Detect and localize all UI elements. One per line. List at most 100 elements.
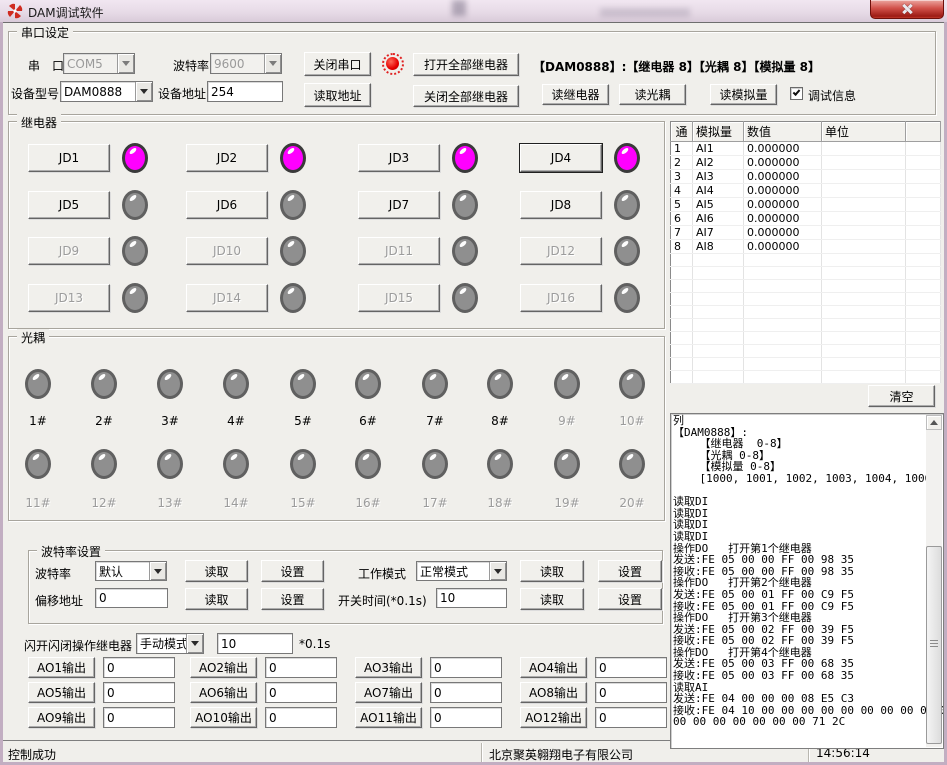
workmode-set-button[interactable]: 设置 [598,560,662,582]
analog-table-header[interactable]: 通模拟量数值单位 [671,122,941,142]
model-select[interactable]: DAM0888 [60,81,153,102]
open-all-relays-button[interactable]: 打开全部继电器 [413,53,519,76]
table-row[interactable] [671,358,941,371]
relay-button-JD14[interactable]: JD14 [186,284,268,312]
switchtime-read-button[interactable]: 读取 [520,588,584,610]
ao-input-AO4输出[interactable] [595,657,667,678]
ao-input-AO8输出[interactable] [595,682,667,703]
baud2-select[interactable]: 默认 [95,561,167,581]
ao-input-AO10输出[interactable] [265,707,337,728]
port-select[interactable]: COM5 [63,53,135,74]
table-row[interactable] [671,319,941,332]
table-row[interactable] [671,293,941,306]
workmode-read-button[interactable]: 读取 [520,560,584,582]
ao-input-AO7输出[interactable] [430,682,502,703]
addr-input[interactable] [207,81,283,102]
table-row[interactable] [671,306,941,319]
workmode-select[interactable]: 正常模式 [416,561,507,581]
ao-input-AO6输出[interactable] [265,682,337,703]
table-row[interactable]: 4AI40.000000 [671,184,941,198]
ao-button-AO12输出[interactable]: AO12输出 [520,707,587,728]
log-scrollbar[interactable] [926,415,942,747]
table-row[interactable] [671,371,941,384]
table-row[interactable]: 1AI10.000000 [671,142,941,156]
relay-button-JD9[interactable]: JD9 [28,237,110,265]
relay-button-JD15[interactable]: JD15 [358,284,440,312]
table-row[interactable]: 6AI60.000000 [671,212,941,226]
ao-input-AO2输出[interactable] [265,657,337,678]
ao-input-AO3输出[interactable] [430,657,502,678]
debug-info-checkbox[interactable] [790,87,803,100]
log-panel[interactable]: 列【DAM0888】: 【继电器 0-8】 【光耦 0-8】 【模拟量 0-8】… [670,413,944,749]
ao-button-AO9输出[interactable]: AO9输出 [28,707,95,728]
close-button[interactable] [870,0,944,19]
flash-time-input[interactable] [217,633,293,654]
close-all-relays-button[interactable]: 关闭全部继电器 [413,85,519,107]
relay-button-JD10[interactable]: JD10 [186,237,268,265]
ao-button-AO5输出[interactable]: AO5输出 [28,682,95,703]
table-row[interactable] [671,267,941,280]
read-relay-button[interactable]: 读继电器 [542,84,609,105]
chevron-down-icon[interactable] [149,562,166,580]
baud-set-button[interactable]: 设置 [261,560,324,582]
table-row[interactable] [671,332,941,345]
table-row[interactable] [671,280,941,293]
analog-col-header[interactable]: 单位 [822,122,906,142]
table-row[interactable] [671,345,941,358]
relay-button-JD4[interactable]: JD4 [520,144,602,172]
table-row[interactable]: 7AI70.000000 [671,226,941,240]
relay-button-JD2[interactable]: JD2 [186,144,268,172]
table-row[interactable]: 5AI50.000000 [671,198,941,212]
close-serial-button[interactable]: 关闭串口 [304,52,371,76]
baud-select[interactable]: 9600 [210,53,282,74]
relay-button-JD3[interactable]: JD3 [358,144,440,172]
offset-set-button[interactable]: 设置 [261,588,324,610]
ao-input-AO11输出[interactable] [430,707,502,728]
offset-read-button[interactable]: 读取 [185,588,248,610]
offset-input[interactable] [95,588,168,608]
relay-button-JD12[interactable]: JD12 [520,237,602,265]
relay-button-JD5[interactable]: JD5 [28,191,110,219]
relay-button-JD8[interactable]: JD8 [520,191,602,219]
ao-input-AO1输出[interactable] [103,657,175,678]
switchtime-input[interactable] [436,588,507,608]
table-row[interactable] [671,254,941,267]
relay-button-JD16[interactable]: JD16 [520,284,602,312]
ao-input-AO12输出[interactable] [595,707,667,728]
chevron-down-icon[interactable] [135,82,152,101]
ao-input-AO9输出[interactable] [103,707,175,728]
read-analog-button[interactable]: 读模拟量 [710,84,777,105]
ao-button-AO6输出[interactable]: AO6输出 [190,682,257,703]
scroll-up-button[interactable] [926,415,942,430]
chevron-down-icon[interactable] [489,562,506,580]
ao-input-AO5输出[interactable] [103,682,175,703]
analog-col-header[interactable]: 模拟量 [693,122,744,142]
analog-col-header[interactable]: 通 [671,122,693,142]
relay-button-JD13[interactable]: JD13 [28,284,110,312]
table-row[interactable]: 3AI30.000000 [671,170,941,184]
baud-read-button[interactable]: 读取 [185,560,248,582]
clear-button[interactable]: 清空 [868,385,935,407]
flash-mode-select[interactable]: 手动模式 [136,633,204,654]
ao-button-AO4输出[interactable]: AO4输出 [520,657,587,678]
ao-button-AO11输出[interactable]: AO11输出 [355,707,422,728]
ao-button-AO10输出[interactable]: AO10输出 [190,707,257,728]
relay-button-JD11[interactable]: JD11 [358,237,440,265]
table-row[interactable]: 2AI20.000000 [671,156,941,170]
switchtime-set-button[interactable]: 设置 [598,588,662,610]
ao-button-AO2输出[interactable]: AO2输出 [190,657,257,678]
relay-button-JD1[interactable]: JD1 [28,144,110,172]
ao-button-AO8输出[interactable]: AO8输出 [520,682,587,703]
ao-button-AO1输出[interactable]: AO1输出 [28,657,95,678]
chevron-down-icon[interactable] [264,54,281,73]
chevron-down-icon[interactable] [117,54,134,73]
relay-button-JD6[interactable]: JD6 [186,191,268,219]
analog-col-header[interactable]: 数值 [744,122,822,142]
read-addr-button[interactable]: 读取地址 [304,83,371,107]
read-opto-button[interactable]: 读光耦 [619,84,686,105]
chevron-down-icon[interactable] [186,634,203,653]
analog-col-header[interactable] [906,122,941,142]
ao-button-AO7输出[interactable]: AO7输出 [355,682,422,703]
relay-button-JD7[interactable]: JD7 [358,191,440,219]
scrollbar-thumb[interactable] [926,546,942,744]
